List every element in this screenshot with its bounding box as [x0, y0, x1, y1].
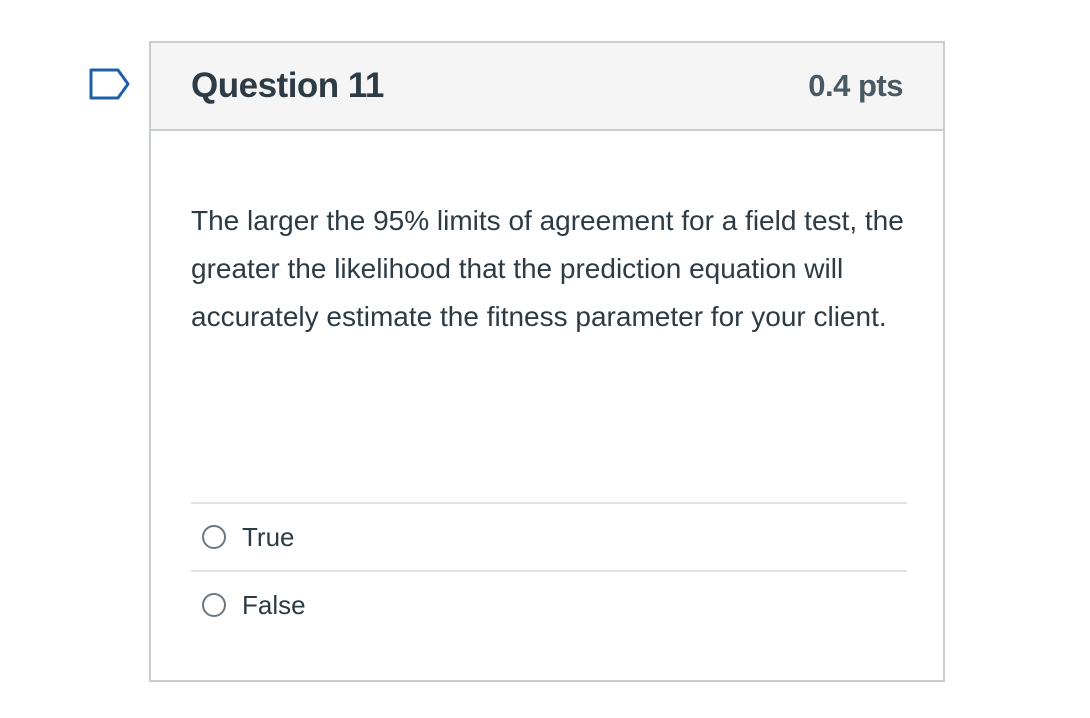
- radio-button-icon[interactable]: [202, 525, 226, 549]
- answer-list: True False: [191, 502, 907, 638]
- answer-option-false[interactable]: False: [191, 570, 907, 638]
- question-card: Question 11 0.4 pts The larger the 95% l…: [149, 41, 945, 682]
- question-header: Question 11 0.4 pts: [151, 43, 943, 131]
- question-points: 0.4 pts: [808, 68, 903, 103]
- answer-label[interactable]: True: [242, 522, 295, 553]
- answer-option-true[interactable]: True: [191, 502, 907, 570]
- radio-button-icon[interactable]: [202, 593, 226, 617]
- quiz-page: Question 11 0.4 pts The larger the 95% l…: [0, 0, 1090, 718]
- flag-question-icon[interactable]: [88, 67, 132, 101]
- question-body: The larger the 95% limits of agreement f…: [151, 197, 943, 341]
- answer-label[interactable]: False: [242, 590, 306, 621]
- question-title: Question 11: [191, 66, 384, 105]
- question-text: The larger the 95% limits of agreement f…: [191, 205, 904, 332]
